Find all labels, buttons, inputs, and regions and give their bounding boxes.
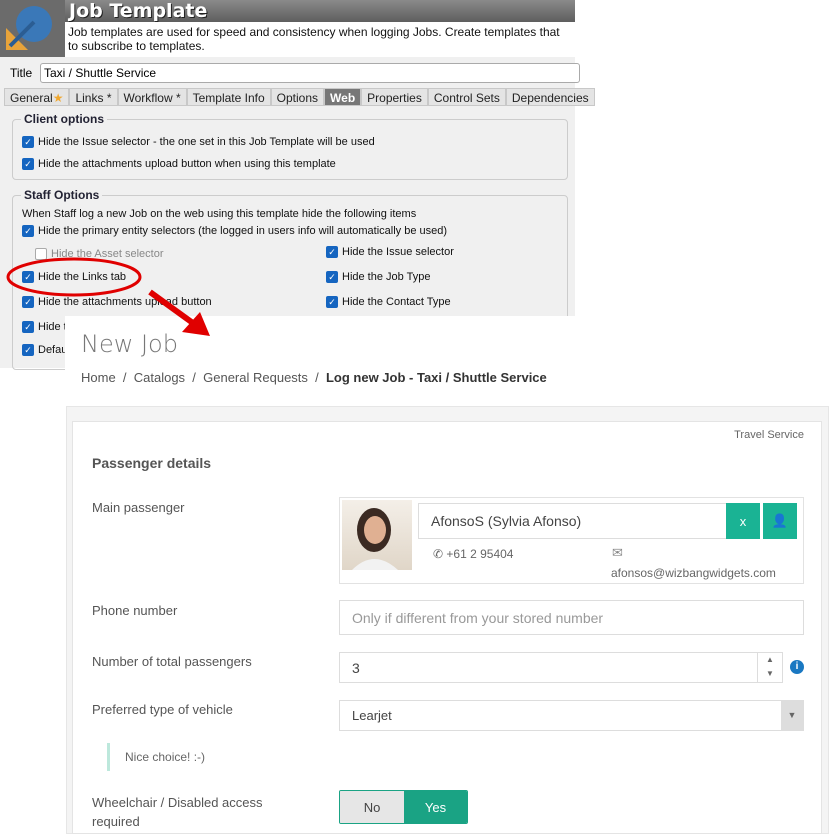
toggle-yes[interactable]: Yes	[404, 791, 467, 823]
tab-web[interactable]: Web	[324, 88, 362, 106]
group-legend: Staff Options	[21, 188, 103, 202]
description-line: Job templates are used for speed and con…	[68, 25, 560, 39]
annotation-overlay	[6, 257, 210, 336]
phone-icon: ✆	[433, 547, 444, 561]
passenger-email: afonsos@wizbangwidgets.com	[611, 566, 776, 580]
check-icon: ✓	[22, 136, 34, 148]
star-icon: ★	[52, 91, 64, 105]
checkbox-label: Hide the primary entity selectors (the l…	[38, 225, 448, 237]
wheelchair-label: Wheelchair / Disabled access required	[92, 793, 263, 831]
title-label: Title	[10, 66, 33, 80]
phone-number-input[interactable]: Only if different from your stored numbe…	[339, 600, 804, 635]
passengers-stepper[interactable]: ▲ ▼	[757, 653, 782, 682]
tab-template-info[interactable]: Template Info	[186, 88, 271, 106]
category-badge: Travel Service	[734, 429, 804, 441]
vehicle-label: Preferred type of vehicle	[92, 702, 233, 717]
phone-text: +61 2 95404	[446, 547, 514, 561]
breadcrumb-general-requests[interactable]: General Requests	[203, 370, 308, 385]
check-icon: ✓	[326, 296, 338, 308]
annotation-arrow	[148, 289, 199, 329]
passenger-avatar	[342, 500, 412, 570]
clear-passenger-button[interactable]: x	[726, 503, 760, 539]
envelope-icon: ✉	[612, 545, 623, 560]
chevron-down-icon[interactable]: ▼	[781, 701, 803, 730]
check-icon: ✓	[22, 158, 34, 170]
info-icon[interactable]: i	[790, 660, 804, 674]
tab-label: General	[10, 91, 53, 105]
breadcrumb: Home / Catalogs / General Requests / Log…	[81, 370, 547, 385]
checkbox-label: Hide the attachments upload button when …	[38, 158, 336, 170]
title-input[interactable]: Taxi / Shuttle Service	[40, 63, 580, 83]
checkbox-client-hide-issue[interactable]: ✓ Hide the Issue selector - the one set i…	[22, 136, 375, 148]
step-down-icon[interactable]: ▼	[758, 667, 782, 681]
staff-options-intro: When Staff log a new Job on the web usin…	[22, 208, 417, 220]
label-line: required	[92, 814, 140, 829]
wheelchair-toggle[interactable]: No Yes	[339, 790, 468, 824]
check-icon: ✓	[326, 246, 338, 258]
checkbox-client-hide-attachments[interactable]: ✓ Hide the attachments upload button when…	[22, 158, 336, 170]
section-title: Passenger details	[92, 455, 212, 471]
checkbox-hide-primary-entity[interactable]: ✓ Hide the primary entity selectors (the …	[22, 225, 447, 237]
checkbox-hide-job-type[interactable]: ✓ Hide the Job Type	[326, 271, 430, 283]
passenger-phone: ✆ +61 2 95404	[433, 547, 513, 561]
vehicle-note: Nice choice! :-)	[107, 743, 205, 771]
check-icon: ✓	[326, 271, 338, 283]
checkbox-hide-issue[interactable]: ✓ Hide the Issue selector	[326, 246, 454, 258]
window-description: Job templates are used for speed and con…	[65, 22, 575, 57]
client-options-group: Client options	[12, 112, 568, 180]
checkbox-label: Hide the Contact Type	[342, 296, 451, 308]
main-passenger-label: Main passenger	[92, 500, 185, 515]
annotation-circle	[6, 257, 142, 297]
passenger-input[interactable]: AfonsoS (Sylvia Afonso)	[418, 503, 728, 539]
breadcrumb-home[interactable]: Home	[81, 370, 116, 385]
breadcrumb-current: Log new Job - Taxi / Shuttle Service	[325, 370, 547, 385]
toggle-no[interactable]: No	[340, 791, 404, 823]
user-icon: 👤	[771, 513, 789, 528]
checkbox-label: Hide the Issue selector - the one set in…	[38, 136, 375, 148]
tab-links[interactable]: Links *	[69, 88, 118, 106]
checkbox-label: Hide the Issue selector	[342, 246, 454, 258]
tab-control-sets[interactable]: Control Sets	[427, 88, 506, 106]
tab-options[interactable]: Options	[270, 88, 325, 106]
passengers-label: Number of total passengers	[92, 654, 252, 669]
vehicle-select[interactable]: Learjet	[339, 700, 804, 731]
tab-bar: General★ Links * Workflow * Template Inf…	[4, 88, 595, 106]
select-user-button[interactable]: 👤	[763, 503, 797, 539]
window-title: Job Template	[65, 0, 575, 22]
description-line: to subscribe to templates.	[68, 39, 205, 53]
step-up-icon[interactable]: ▲	[758, 653, 782, 667]
tab-dependencies[interactable]: Dependencies	[505, 88, 595, 106]
check-icon: ✓	[22, 225, 34, 237]
breadcrumb-catalogs[interactable]: Catalogs	[134, 370, 185, 385]
tab-workflow[interactable]: Workflow *	[117, 88, 187, 106]
tab-general[interactable]: General★	[4, 88, 70, 106]
passengers-input[interactable]: 3	[339, 652, 783, 683]
group-legend: Client options	[21, 112, 107, 126]
job-template-logo-icon	[0, 0, 65, 57]
label-line: Wheelchair / Disabled access	[92, 795, 263, 810]
phone-number-label: Phone number	[92, 603, 178, 618]
tab-properties[interactable]: Properties	[361, 88, 428, 106]
checkbox-hide-contact-type[interactable]: ✓ Hide the Contact Type	[326, 296, 451, 308]
checkbox-label: Hide the Job Type	[342, 271, 431, 283]
